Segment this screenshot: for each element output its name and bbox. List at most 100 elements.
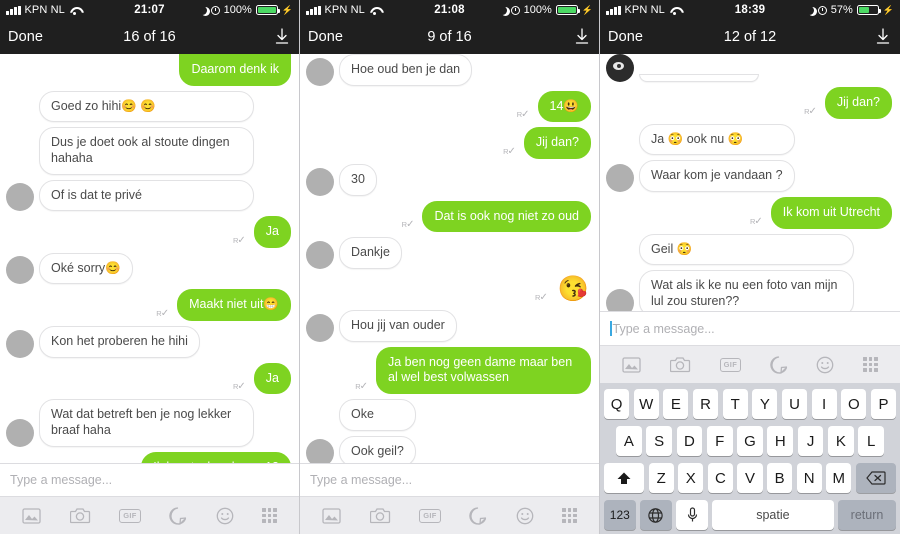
key-A[interactable]: A [615,426,642,456]
message-input-placeholder: Type a message... [10,473,113,487]
message-bubble-outgoing: Ja [253,216,291,248]
page-counter-title: 16 of 16 [123,29,176,45]
space-key[interactable]: spatie [712,500,834,530]
attachment-toolbar: GIF [300,496,599,534]
key-H[interactable]: H [767,426,794,456]
battery-icon [555,5,580,15]
key-Y[interactable]: Y [752,389,778,419]
emoji-icon[interactable] [816,356,834,374]
key-B[interactable]: B [767,463,793,493]
camera-icon[interactable] [670,356,691,373]
receipt-check-icon: ✓ [754,215,763,227]
status-right: 100% ⚡ [198,4,293,16]
chat-screen-2: KPN NL 21:08 100% ⚡ Done 9 of 16 Hoe oud ben j… [300,0,600,534]
download-icon[interactable] [573,27,591,47]
apps-grid-icon[interactable] [262,508,277,523]
globe-icon[interactable] [640,500,672,530]
message-group: 30 [339,163,377,196]
page-counter-title: 9 of 16 [427,29,472,45]
emoji-icon[interactable] [516,507,534,525]
gif-icon[interactable]: GIF [419,508,441,523]
camera-icon[interactable] [369,507,391,524]
avatar [306,167,334,196]
chat-screen-1: KPN NL 21:07 100% ⚡ Done 16 of 16 Daarom denk … [0,0,300,534]
apps-grid-icon[interactable] [562,508,577,523]
alarm-icon [210,5,220,15]
key-E[interactable]: E [663,389,689,419]
key-S[interactable]: S [646,426,673,456]
wifi-icon [69,6,81,15]
apps-grid-icon[interactable] [863,357,878,372]
numbers-key[interactable]: 123 [604,500,636,530]
key-G[interactable]: G [737,426,763,456]
receipt-check-icon: ✓ [406,219,415,231]
message-bubble-outgoing: Daarom denk ik [179,54,291,86]
key-V[interactable]: V [737,463,763,493]
message-input[interactable]: Type a message... [0,463,299,496]
gif-icon[interactable]: GIF [719,357,742,372]
key-X[interactable]: X [678,463,704,493]
key-P[interactable]: P [870,389,897,419]
download-icon[interactable] [273,27,291,47]
keyboard-row-1: QWERTYUIOP [602,389,898,419]
key-Q[interactable]: Q [603,389,630,419]
message-row-outgoing: R ✓ Ja [6,362,291,395]
screenshot-root: KPN NL 21:07 100% ⚡ Done 16 of 16 Daarom denk … [0,0,900,534]
message-group: Ja 😳 ook nu 😳 Waar kom je vandaan ? [639,123,795,192]
photo-icon[interactable] [22,507,41,524]
key-U[interactable]: U [781,389,808,419]
backspace-key[interactable] [855,463,896,493]
key-W[interactable]: W [633,389,659,419]
key-Z[interactable]: Z [648,463,674,493]
key-O[interactable]: O [841,389,867,419]
done-button[interactable]: Done [8,29,43,45]
key-I[interactable]: I [811,389,837,419]
message-group: Hoe oud ben je dan [339,54,473,86]
message-row-incoming: Hoe oud ben je dan [306,54,591,86]
sticker-icon[interactable] [469,506,487,525]
message-row-outgoing: R ✓ Ja [6,216,291,248]
photo-icon[interactable] [622,356,641,373]
message-input[interactable]: Type a message... [600,311,900,345]
key-M[interactable]: M [826,463,852,493]
message-group: Geil 😳 Wat als ik ke nu een foto van mijn… [639,233,854,311]
message-bubble-outgoing: Dat is ook nog niet zo oud [422,200,591,233]
emoji-icon[interactable] [216,507,234,525]
done-button[interactable]: Done [308,29,343,45]
done-button[interactable]: Done [608,29,643,45]
message-row-outgoing: R ✓ Maakt niet uit😁 [6,289,291,321]
camera-icon[interactable] [69,507,91,524]
key-D[interactable]: D [676,426,703,456]
key-L[interactable]: L [858,426,885,456]
key-F[interactable]: F [706,426,733,456]
message-input[interactable]: Type a message... [300,463,599,496]
key-T[interactable]: T [722,389,748,419]
message-row-outgoing: R ✓ 14😃 [306,90,591,123]
message-bubble-incoming: Ja 😳 ook nu 😳 [639,123,795,156]
message-list: Hoe oud ben je dan R ✓ 14😃 R ✓ Jij dan? 30 R ✓ Dat… [300,54,599,463]
navigation-bar: Done 16 of 16 [0,20,299,54]
sticker-icon[interactable] [169,506,187,525]
avatar [6,418,34,447]
photo-icon[interactable] [322,507,341,524]
message-bubble-outgoing: Jij dan? [523,127,591,159]
message-row-incoming [606,54,892,82]
message-group: Hou jij van ouder [339,310,457,342]
microphone-icon[interactable] [676,500,708,530]
shift-key[interactable] [604,463,645,493]
navigation-bar: Done 9 of 16 [300,20,599,54]
key-C[interactable]: C [707,463,733,493]
message-bubble-incoming: Oke [339,398,416,431]
message-bubble-incoming: Wat als ik ke nu een foto van mijn lul z… [639,270,854,311]
download-icon[interactable] [874,27,892,47]
sticker-icon[interactable] [770,355,788,374]
gif-icon[interactable]: GIF [119,508,141,523]
return-key[interactable]: return [838,500,896,530]
battery-percent-label: 100% [223,4,252,16]
signal-icon [606,5,621,15]
key-J[interactable]: J [797,426,824,456]
key-N[interactable]: N [796,463,822,493]
key-K[interactable]: K [827,426,854,456]
message-bubble-incoming: Kon het proberen he hihi [39,326,200,358]
key-R[interactable]: R [692,389,719,419]
